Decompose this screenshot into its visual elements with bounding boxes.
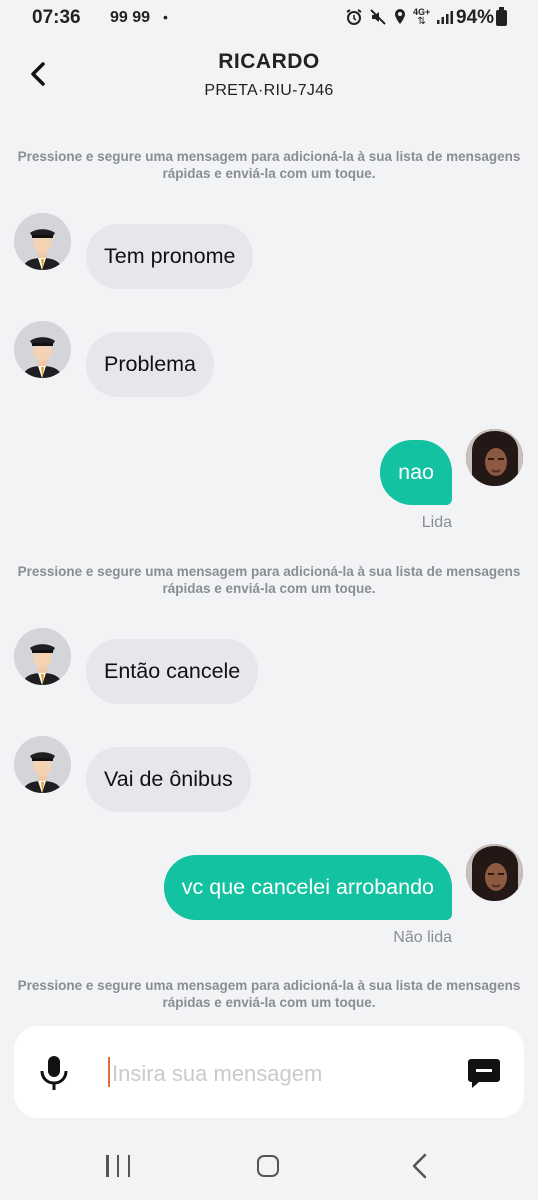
driver-avatar bbox=[14, 736, 71, 793]
alarm-icon bbox=[346, 9, 362, 25]
incoming-message-bubble[interactable]: Problema bbox=[86, 332, 215, 397]
driver-avatar-icon bbox=[14, 736, 71, 793]
vehicle-plate: PRETA·RIU-7J46 bbox=[204, 82, 334, 99]
outgoing-message-bubble[interactable]: nao bbox=[380, 440, 452, 505]
message-read-status: Não lida bbox=[393, 929, 452, 946]
location-icon bbox=[395, 9, 405, 24]
network-type-icon: 4G+ ⇅ bbox=[413, 8, 430, 27]
driver-name: RICARDO bbox=[218, 50, 320, 73]
user-avatar bbox=[466, 429, 523, 486]
message-input[interactable] bbox=[112, 1055, 442, 1093]
battery-icon bbox=[496, 10, 507, 26]
status-time: 07:36 bbox=[32, 7, 81, 28]
status-dot: • bbox=[163, 9, 168, 25]
battery-percent: 94% bbox=[456, 7, 495, 28]
driver-avatar-icon bbox=[14, 213, 71, 270]
incoming-message-bubble[interactable]: Então cancele bbox=[86, 639, 259, 704]
driver-avatar bbox=[14, 213, 71, 270]
mute-icon bbox=[370, 9, 386, 25]
outgoing-message-bubble[interactable]: vc que cancelei arrobando bbox=[163, 855, 452, 920]
driver-avatar-icon bbox=[14, 321, 71, 378]
incoming-message-bubble[interactable]: Tem pronome bbox=[86, 224, 254, 289]
message-send-icon bbox=[468, 1059, 500, 1088]
status-network-tag: 99 99 bbox=[110, 9, 151, 26]
microphone-button[interactable] bbox=[38, 1055, 70, 1091]
status-icons: 4G+ ⇅ bbox=[345, 6, 454, 28]
send-message-button[interactable] bbox=[467, 1057, 501, 1089]
incoming-message-bubble[interactable]: Vai de ônibus bbox=[86, 747, 251, 812]
user-avatar bbox=[466, 844, 523, 901]
driver-avatar bbox=[14, 628, 71, 685]
recents-bar bbox=[106, 1155, 109, 1177]
recents-bar bbox=[116, 1155, 120, 1177]
quick-message-hint: Pressione e segure uma mensagem para adi… bbox=[17, 978, 521, 1010]
quick-message-hint: Pressione e segure uma mensagem para adi… bbox=[17, 149, 521, 181]
user-avatar-photo bbox=[466, 429, 523, 486]
message-read-status: Lida bbox=[421, 514, 452, 531]
driver-avatar-icon bbox=[14, 628, 71, 685]
back-icon[interactable] bbox=[408, 1153, 432, 1179]
recents-icon[interactable] bbox=[106, 1155, 130, 1177]
microphone-icon bbox=[40, 1056, 68, 1090]
home-icon[interactable] bbox=[257, 1155, 279, 1177]
nav-back-chevron-icon bbox=[412, 1153, 427, 1179]
quick-message-hint: Pressione e segure uma mensagem para adi… bbox=[17, 564, 521, 596]
signal-icon bbox=[437, 11, 454, 24]
text-caret bbox=[108, 1057, 110, 1087]
status-bar: 07:36 99 99 • 4G+ ⇅ 94% bbox=[0, 0, 538, 36]
driver-avatar bbox=[14, 321, 71, 378]
recents-bar bbox=[127, 1155, 130, 1177]
data-arrows-icon: ⇅ bbox=[417, 16, 426, 27]
user-avatar-photo bbox=[466, 844, 523, 901]
